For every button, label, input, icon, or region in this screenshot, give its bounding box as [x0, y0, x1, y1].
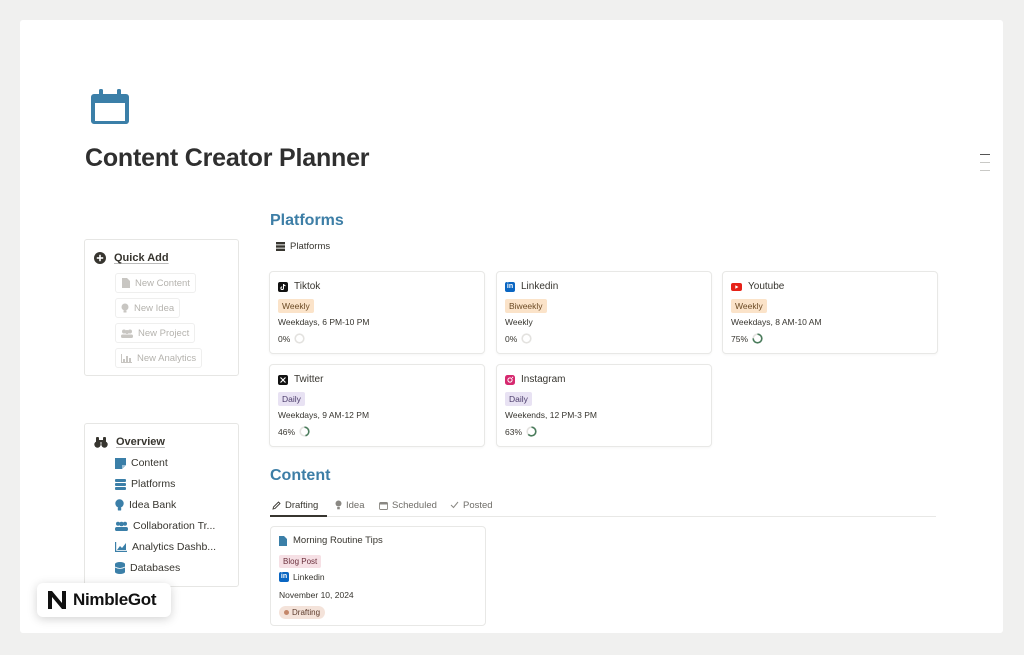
schedule-text: Weekly — [505, 317, 533, 327]
overview-link-content[interactable]: Content — [115, 457, 168, 469]
document-icon — [279, 535, 287, 546]
progress-indicator: 0% — [278, 333, 305, 344]
brand-badge: NimbleGot — [37, 583, 171, 617]
schedule-text: Weekdays, 6 PM-10 PM — [278, 317, 370, 327]
schedule-text: Weekdays, 9 AM-12 PM — [278, 410, 370, 420]
overview-link-idea-bank[interactable]: Idea Bank — [115, 499, 176, 511]
content-date: November 10, 2024 — [279, 590, 354, 600]
linkedin-icon: in — [279, 572, 289, 582]
progress-value: 0% — [278, 333, 291, 344]
platform-card-tiktok[interactable]: Tiktok Weekly Weekdays, 6 PM-10 PM 0% — [269, 271, 485, 354]
quick-add-heading[interactable]: Quick Add — [94, 252, 169, 264]
quick-add-panel: Quick Add New Content New Idea New Proje… — [84, 239, 239, 376]
progress-ring — [299, 426, 310, 437]
chart-icon — [115, 542, 127, 552]
linkedin-icon: in — [505, 281, 515, 292]
platform-card-instagram[interactable]: Instagram Daily Weekends, 12 PM-3 PM 63% — [496, 364, 712, 447]
tab-drafting[interactable]: Drafting — [272, 495, 318, 515]
lightbulb-icon — [121, 303, 129, 313]
nimblegot-logo-icon — [46, 589, 68, 611]
stack-icon — [115, 478, 126, 490]
status-badge: Drafting — [279, 606, 326, 619]
calendar-icon — [379, 501, 388, 510]
content-card[interactable]: Morning Routine Tips Blog Post in Linked… — [270, 526, 486, 626]
progress-ring — [752, 333, 763, 344]
platform-name: Instagram — [521, 374, 566, 385]
platform-card-linkedin[interactable]: in Linkedin Biweekly Weekly 0% — [496, 271, 712, 354]
content-type-tag: Blog Post — [279, 555, 322, 568]
overview-heading[interactable]: Overview — [94, 436, 165, 448]
tab-posted[interactable]: Posted — [450, 495, 493, 515]
progress-indicator: 0% — [505, 333, 532, 344]
platforms-heading: Platforms — [270, 212, 344, 229]
document-icon — [121, 278, 130, 288]
tab-scheduled[interactable]: Scheduled — [379, 495, 437, 515]
frequency-tag: Daily — [278, 392, 305, 406]
new-content-button[interactable]: New Content — [115, 273, 196, 293]
active-tab-indicator — [270, 515, 327, 517]
platforms-view-label[interactable]: Platforms — [276, 241, 330, 252]
content-title: Morning Routine Tips — [293, 535, 383, 546]
lightbulb-icon — [115, 499, 124, 511]
check-icon — [450, 501, 459, 509]
new-analytics-button[interactable]: New Analytics — [115, 348, 203, 368]
x-icon — [278, 374, 288, 385]
new-project-button[interactable]: New Project — [115, 323, 196, 343]
overview-link-platforms[interactable]: Platforms — [115, 478, 175, 490]
progress-ring — [294, 333, 305, 344]
content-platform[interactable]: in Linkedin — [279, 572, 325, 582]
chart-icon — [121, 353, 132, 363]
overview-link-databases[interactable]: Databases — [115, 562, 180, 574]
brand-name: NimbleGot — [73, 590, 157, 609]
new-idea-button[interactable]: New Idea — [115, 298, 181, 318]
calendar-icon[interactable] — [90, 88, 132, 126]
page-title: Content Creator Planner — [85, 144, 370, 172]
content-tabs: Drafting Idea Scheduled Posted — [270, 495, 936, 517]
progress-indicator: 75% — [731, 333, 763, 344]
platform-name: Tiktok — [294, 281, 321, 292]
youtube-icon — [731, 282, 742, 291]
progress-value: 46% — [278, 426, 296, 437]
instagram-icon — [505, 374, 515, 385]
progress-indicator: 63% — [505, 426, 537, 437]
frequency-tag: Weekly — [731, 299, 767, 313]
people-icon — [121, 329, 133, 338]
progress-value: 0% — [505, 333, 518, 344]
pencil-icon — [272, 500, 281, 510]
progress-value: 75% — [731, 333, 749, 344]
tiktok-icon — [278, 281, 288, 292]
database-icon — [115, 562, 125, 574]
note-icon — [115, 457, 126, 469]
platform-name: Youtube — [748, 281, 785, 292]
platform-card-twitter[interactable]: Twitter Daily Weekdays, 9 AM-12 PM 46% — [269, 364, 485, 447]
progress-ring — [521, 333, 532, 344]
people-icon — [115, 521, 128, 531]
schedule-text: Weekends, 12 PM-3 PM — [505, 410, 597, 420]
overview-link-collaboration[interactable]: Collaboration Tr... — [115, 520, 215, 532]
progress-value: 63% — [505, 426, 523, 437]
frequency-tag: Daily — [505, 392, 532, 406]
progress-ring — [526, 426, 537, 437]
page: Content Creator Planner Quick Add New Co… — [20, 20, 1003, 633]
stack-icon — [276, 242, 285, 251]
platform-name: Linkedin — [521, 281, 559, 292]
lightbulb-icon — [335, 500, 342, 510]
table-of-contents[interactable] — [980, 154, 990, 178]
schedule-text: Weekdays, 8 AM-10 AM — [731, 317, 822, 327]
overview-link-analytics[interactable]: Analytics Dashb... — [115, 541, 216, 553]
frequency-tag: Weekly — [278, 299, 314, 313]
progress-indicator: 46% — [278, 426, 310, 437]
tab-idea[interactable]: Idea — [335, 495, 365, 515]
platform-name: Twitter — [294, 374, 324, 385]
plus-circle-icon — [94, 252, 106, 264]
content-heading: Content — [270, 467, 331, 484]
overview-panel: Overview Content Platforms Idea Bank Col… — [84, 423, 239, 587]
platform-card-youtube[interactable]: Youtube Weekly Weekdays, 8 AM-10 AM 75% — [722, 271, 938, 354]
frequency-tag: Biweekly — [505, 299, 547, 313]
binoculars-icon — [94, 436, 108, 448]
